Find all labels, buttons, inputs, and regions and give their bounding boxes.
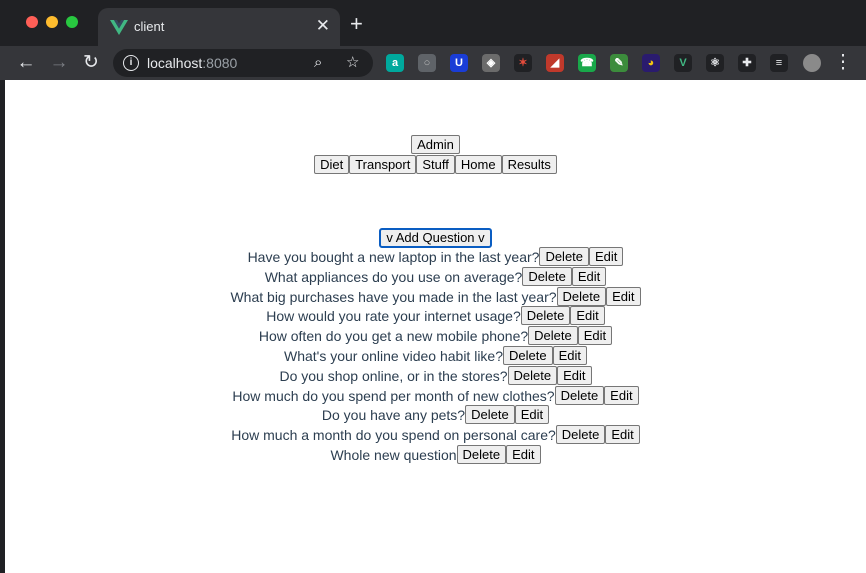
address-bar[interactable]: i localhost:8080 ⌕ ☆	[113, 49, 373, 77]
edit-question-button[interactable]: Edit	[506, 445, 541, 464]
ext-react-icon[interactable]: ⚛	[706, 54, 724, 72]
ext-box-icon[interactable]: ◈	[482, 54, 500, 72]
ext-flag-icon[interactable]: ◢	[546, 54, 564, 72]
edit-question-button[interactable]: Edit	[605, 425, 640, 445]
delete-question-button[interactable]: Delete	[456, 445, 507, 464]
url-text: localhost:8080	[147, 55, 238, 71]
ext-colorwheel-icon[interactable]: ◕	[642, 54, 660, 72]
delete-question-button[interactable]: Delete	[522, 266, 572, 286]
bookmark-star-icon[interactable]: ☆	[346, 53, 359, 73]
delete-question-button[interactable]: Delete	[465, 405, 515, 425]
zoom-icon[interactable]: ⌕	[314, 53, 322, 73]
forward-arrow-icon[interactable]: →	[47, 51, 71, 75]
ext-pen-icon[interactable]: ✎	[610, 54, 628, 72]
back-arrow-icon[interactable]: ←	[14, 51, 38, 75]
question-text: What big purchases have you made in the …	[230, 288, 557, 305]
ext-vue-devtools-icon[interactable]: V	[674, 54, 692, 72]
edit-question-button[interactable]: Edit	[571, 266, 607, 286]
question-row: How much do you spend per month of new c…	[5, 385, 866, 406]
maximize-window-button[interactable]	[66, 16, 78, 28]
browser-window: client ✕ + ← → ↻ i localhost:8080 ⌕ ☆ a ○…	[0, 0, 866, 573]
title-bar: client ✕ +	[0, 0, 866, 46]
reload-icon[interactable]: ↻	[79, 51, 103, 75]
edit-question-button[interactable]: Edit	[589, 247, 624, 266]
profile-avatar[interactable]	[803, 54, 821, 72]
close-window-button[interactable]	[26, 16, 38, 28]
question-row: How much a month do you spend on persona…	[5, 425, 866, 445]
question-row: Do you have any pets? Delete Edit	[5, 405, 866, 425]
vue-logo-icon	[110, 20, 128, 35]
page-content: Admin Diet Transport Stuff Home Results v Ad…	[5, 80, 866, 573]
nav-stuff-button[interactable]: Stuff	[416, 155, 455, 174]
question-text: What's your online video habit like?	[283, 348, 504, 364]
edit-question-button[interactable]: Edit	[552, 346, 587, 365]
question-text: Do you have any pets?	[321, 407, 466, 424]
delete-question-button[interactable]: Delete	[554, 385, 605, 405]
ext-shield-icon[interactable]: U	[450, 54, 468, 72]
question-text: How would you rate your internet usage?	[266, 308, 521, 325]
site-info-icon[interactable]: i	[123, 55, 139, 71]
question-row: What big purchases have you made in the …	[5, 286, 866, 307]
nav-diet-button[interactable]: Diet	[314, 155, 350, 174]
edit-question-button[interactable]: Edit	[514, 405, 550, 425]
nav-transport-button[interactable]: Transport	[349, 155, 417, 174]
add-question-row: v Add Question v	[5, 228, 866, 248]
edit-question-button[interactable]: Edit	[570, 306, 605, 326]
delete-question-button[interactable]: Delete	[555, 425, 606, 445]
nav-home-button[interactable]: Home	[454, 155, 502, 174]
admin-nav: Admin	[5, 135, 866, 154]
menu-kebab-icon[interactable]: ⋮	[831, 51, 855, 75]
question-text: Have you bought a new laptop in the last…	[247, 249, 540, 265]
tab-title: client	[134, 19, 165, 34]
browser-toolbar: ← → ↻ i localhost:8080 ⌕ ☆ a ○ U ◈ ✶ ◢ ☎ ✎ ◕ V ⚛ ✚ ≡…	[0, 46, 866, 80]
ext-circle-icon[interactable]: ○	[418, 54, 436, 72]
ext-phone-icon[interactable]: ☎	[578, 54, 596, 72]
question-row: Do you shop online, or in the stores? Del…	[5, 365, 866, 386]
question-row: How would you rate your internet usage? D…	[5, 306, 866, 326]
ext-plant-icon[interactable]: ✶	[514, 54, 532, 72]
delete-question-button[interactable]: Delete	[507, 365, 558, 385]
tab-close-icon[interactable]: ✕	[316, 17, 330, 35]
extensions-puzzle-icon[interactable]: ✚	[738, 54, 756, 72]
delete-question-button[interactable]: Delete	[520, 306, 571, 326]
edit-question-button[interactable]: Edit	[577, 326, 613, 346]
question-row: Whole new question Delete Edit	[5, 445, 866, 465]
delete-question-button[interactable]: Delete	[539, 247, 590, 266]
question-row: Have you bought a new laptop in the last…	[5, 247, 866, 267]
add-question-button[interactable]: v Add Question v	[379, 228, 492, 248]
nav-admin-button[interactable]: Admin	[411, 135, 460, 154]
question-row: How often do you get a new mobile phone?…	[5, 326, 866, 346]
ext-a-icon[interactable]: a	[386, 54, 404, 72]
question-row: What's your online video habit like? Dele…	[5, 346, 866, 366]
main-nav: Diet Transport Stuff Home Results	[5, 155, 866, 174]
delete-question-button[interactable]: Delete	[556, 286, 607, 306]
question-text: What appliances do you use on average?	[264, 268, 523, 285]
edit-question-button[interactable]: Edit	[557, 365, 592, 385]
edit-question-button[interactable]: Edit	[606, 286, 641, 306]
reading-list-icon[interactable]: ≡	[770, 54, 788, 72]
question-text: How much do you spend per month of new c…	[232, 387, 555, 404]
browser-tab[interactable]: client ✕	[98, 8, 340, 46]
edit-question-button[interactable]: Edit	[604, 385, 639, 405]
new-tab-button[interactable]: +	[350, 13, 363, 35]
delete-question-button[interactable]: Delete	[528, 326, 578, 346]
question-row: What appliances do you use on average? De…	[5, 266, 866, 287]
minimize-window-button[interactable]	[46, 16, 58, 28]
question-text: How much a month do you spend on persona…	[231, 427, 556, 444]
question-text: How often do you get a new mobile phone?	[258, 328, 529, 345]
delete-question-button[interactable]: Delete	[503, 346, 553, 365]
question-text: Whole new question	[330, 447, 457, 463]
question-text: Do you shop online, or in the stores?	[279, 367, 508, 384]
nav-results-button[interactable]: Results	[501, 155, 557, 174]
